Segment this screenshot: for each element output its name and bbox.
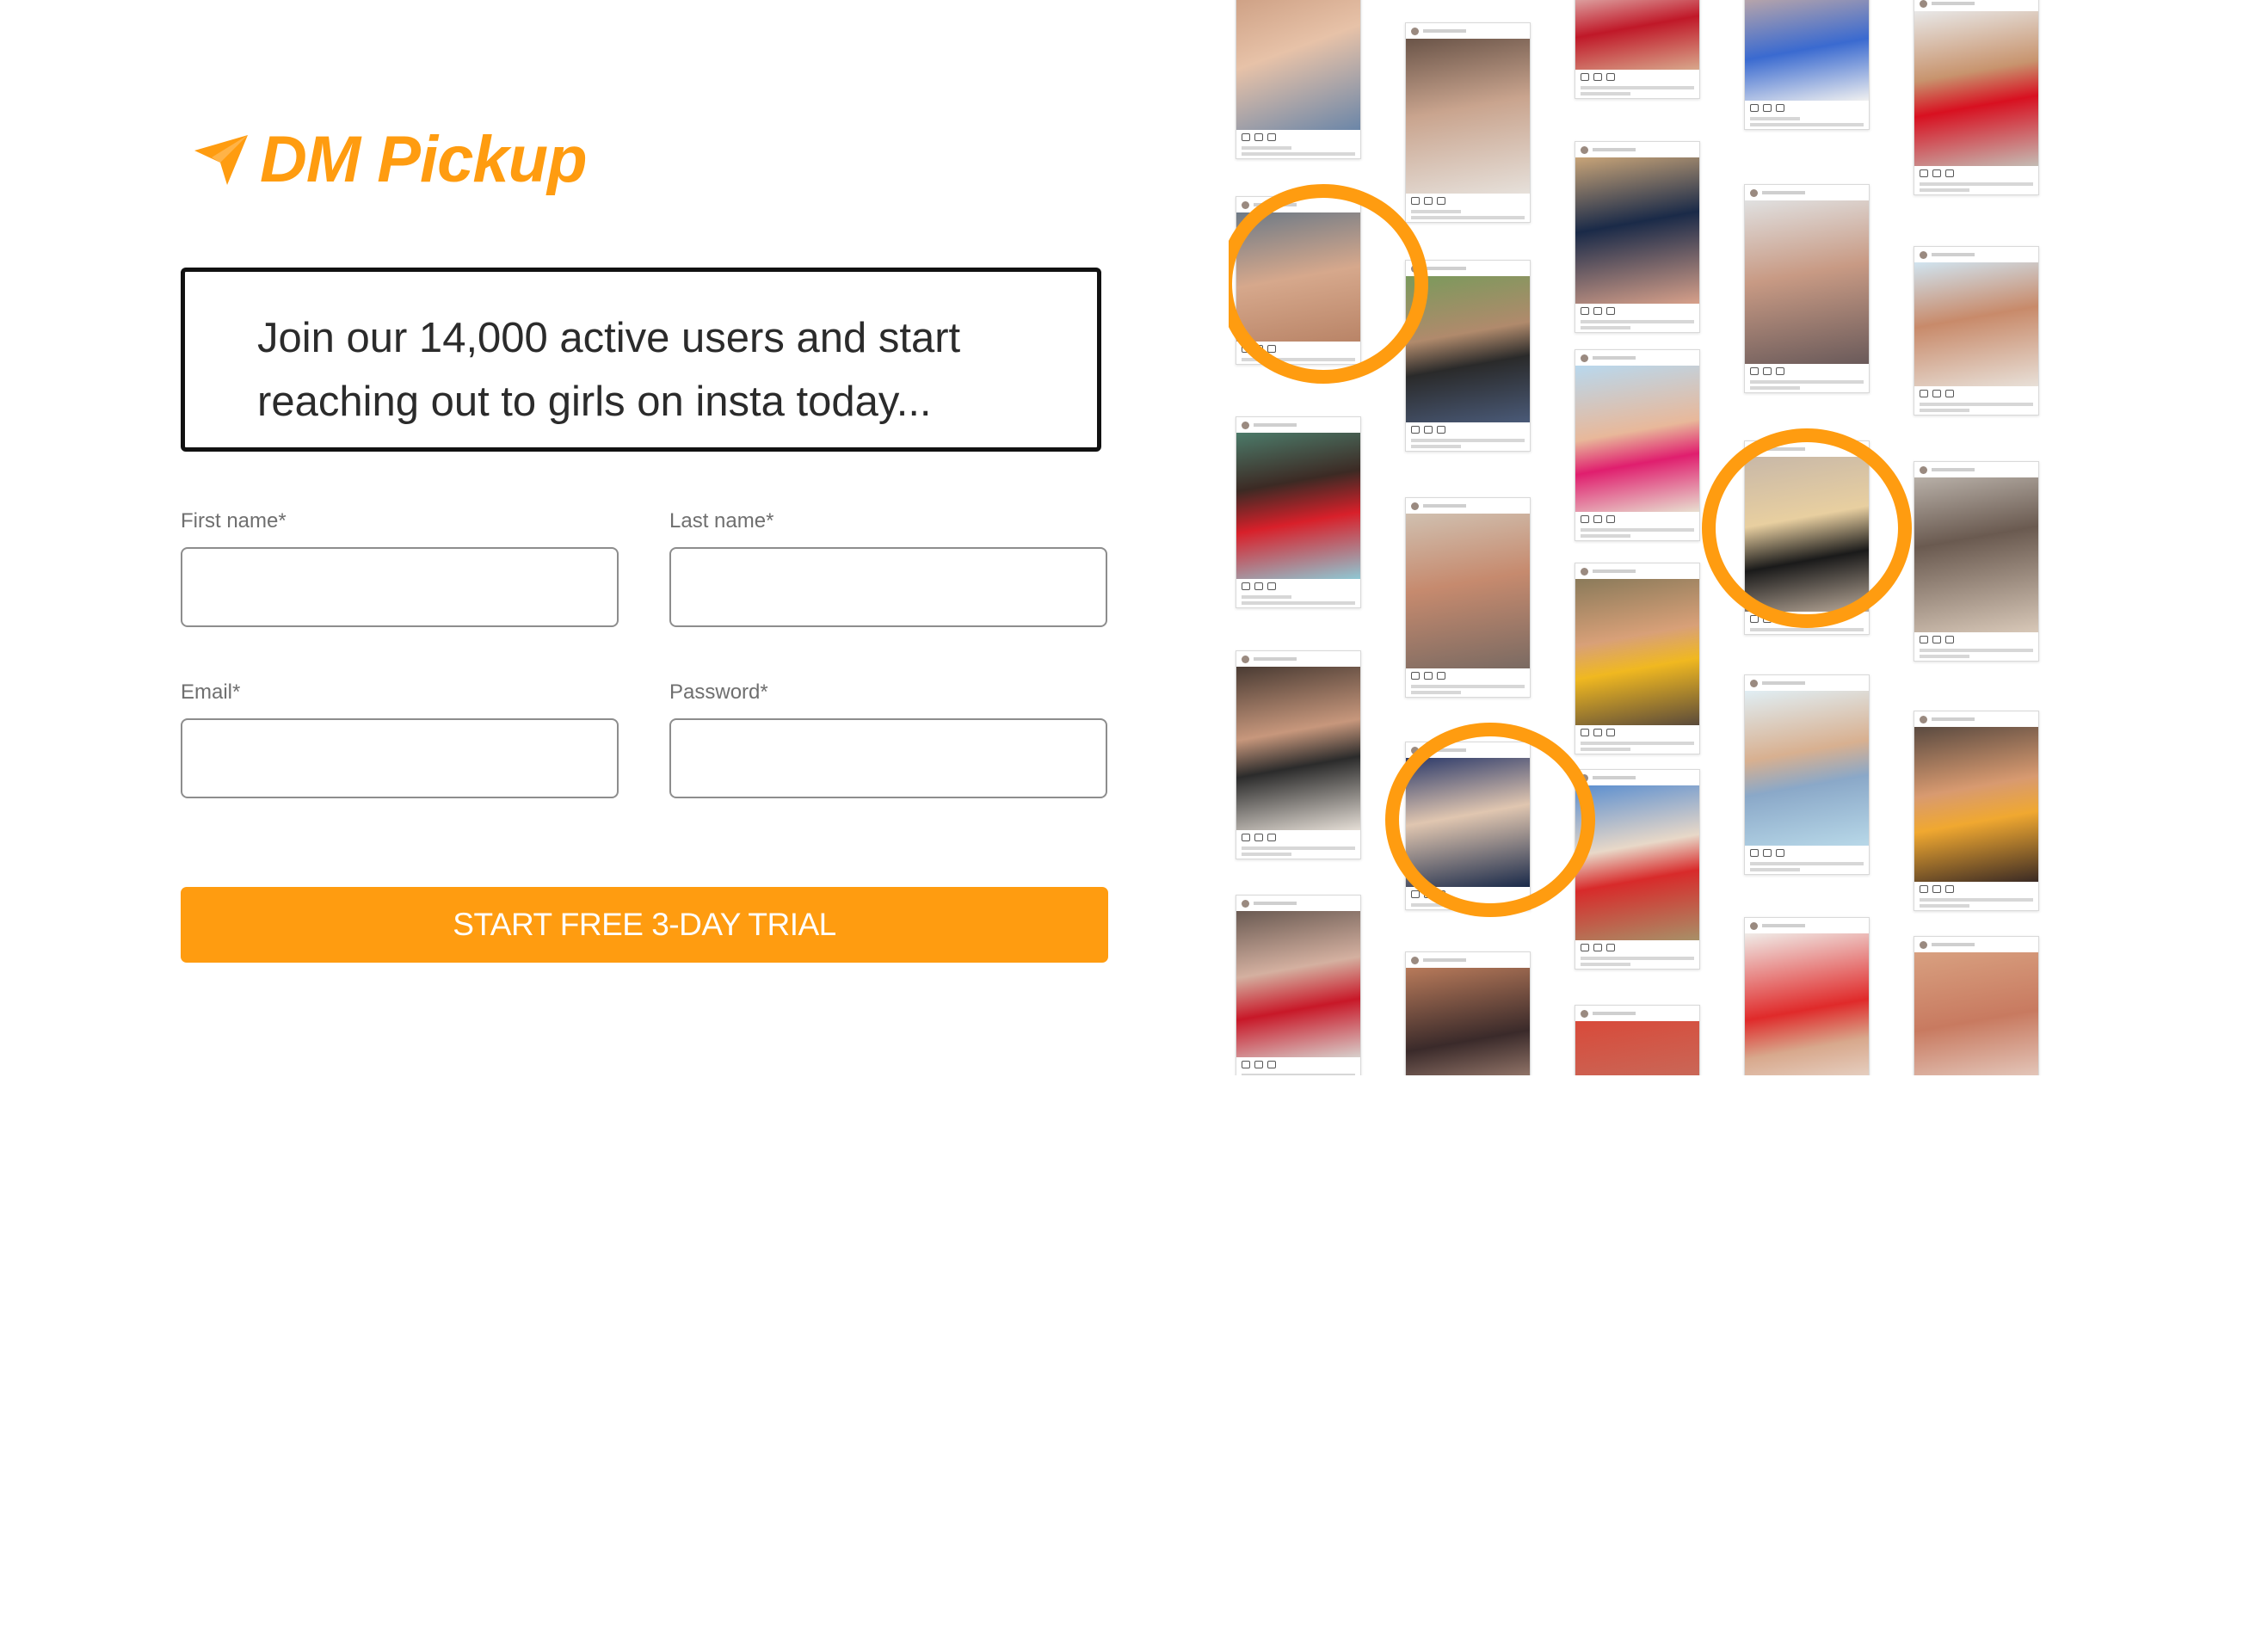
paper-plane-icon [194,134,248,185]
post-card [1405,497,1531,698]
brand-logo[interactable]: DM Pickup [193,122,587,197]
headline-line-1: Join our 14,000 active users and start [257,315,961,361]
password-field[interactable] [669,718,1107,798]
post-card [1914,246,2039,416]
email-label: Email* [181,680,241,704]
post-card [1405,22,1531,223]
post-card [1914,0,2039,195]
post-card [1914,711,2039,911]
post-card [1236,0,1361,159]
brand-name: DM Pickup [260,123,587,196]
highlight-circle [1702,428,1912,628]
post-card [1575,769,1700,970]
highlight-circle [1385,723,1595,917]
post-card [1744,674,1870,875]
post-card [1575,0,1700,99]
post-card [1236,416,1361,608]
first-name-field[interactable] [181,547,619,627]
highlight-circle [1229,184,1428,384]
last-name-label: Last name* [669,509,774,533]
signup-page: DM Pickup Join our 14,000 active users a… [0,0,2268,1650]
first-name-label: First name* [181,509,287,533]
email-field[interactable] [181,718,619,798]
post-card [1236,650,1361,859]
start-trial-button[interactable]: START FREE 3-DAY TRIAL [181,887,1108,963]
post-card [1405,951,1531,1075]
post-card [1744,184,1870,393]
post-card [1575,349,1700,541]
post-card [1575,1005,1700,1075]
post-card [1914,461,2039,662]
post-card [1914,936,2039,1075]
post-card [1575,141,1700,333]
last-name-field[interactable] [669,547,1107,627]
post-card [1744,917,1870,1075]
post-card [1575,563,1700,754]
headline-box: Join our 14,000 active users and start r… [181,268,1101,452]
instagram-post-collage [1229,0,2055,1075]
headline-line-2: reaching out to girls on insta today... [257,379,932,425]
post-card [1236,895,1361,1075]
post-card [1744,0,1870,130]
password-label: Password* [669,680,768,704]
